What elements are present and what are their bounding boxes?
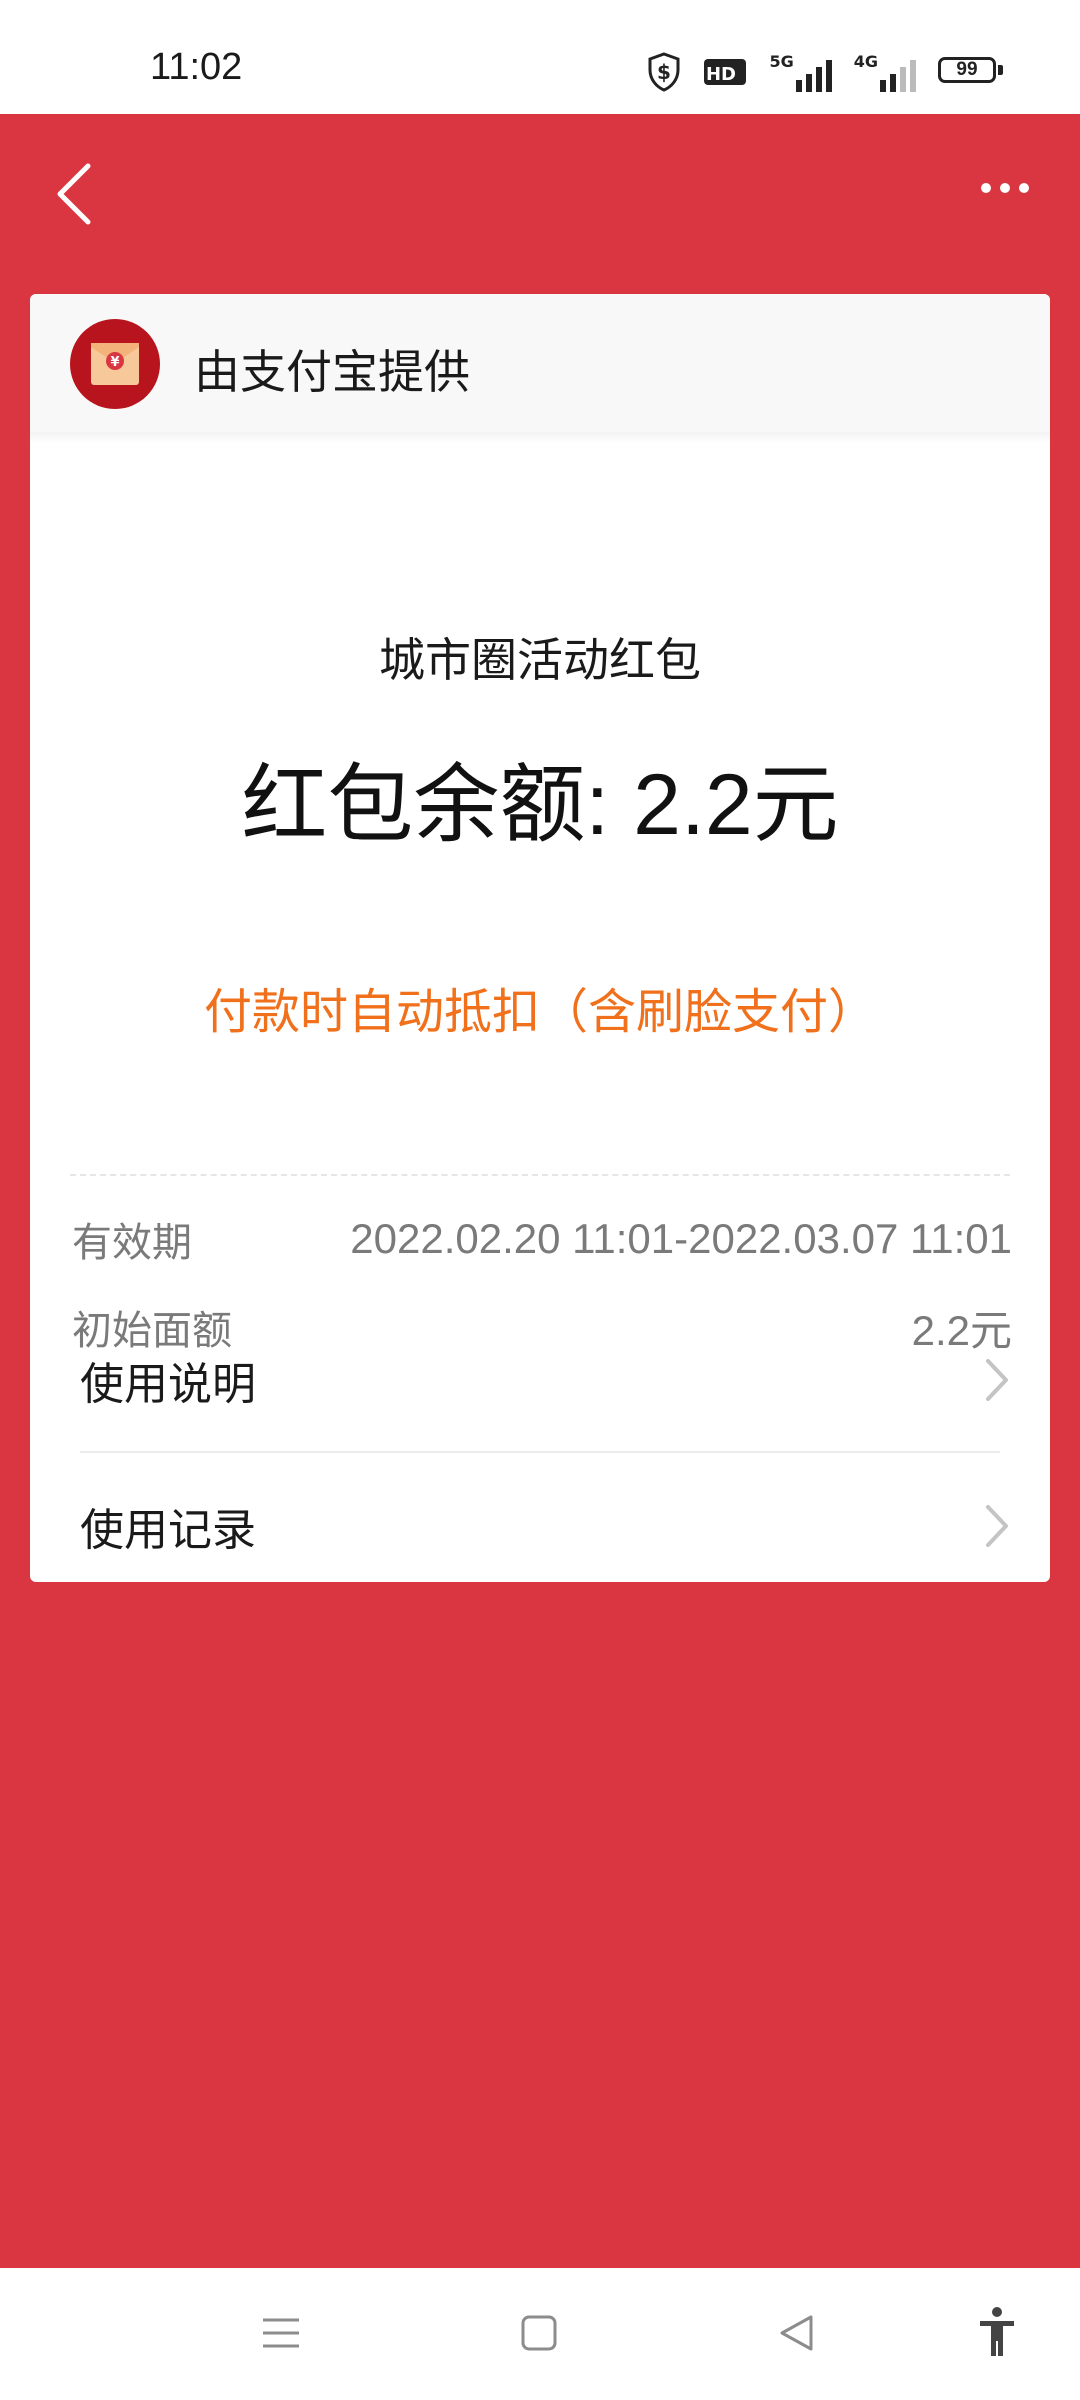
back-button[interactable] — [44, 154, 104, 234]
square-home-icon — [521, 2315, 557, 2351]
system-back-button[interactable] — [762, 2298, 832, 2368]
triangle-back-icon — [780, 2315, 813, 2351]
more-dot — [1000, 183, 1010, 193]
svg-text:HD: HD — [706, 64, 736, 85]
packet-title: 城市圈活动红包 — [379, 633, 701, 687]
validity-label: 有效期 — [72, 1220, 192, 1266]
packet-balance: 红包余额: 2.2元 — [241, 757, 839, 853]
battery-icon: 99 — [938, 57, 1004, 87]
accessibility-button[interactable] — [962, 2298, 1032, 2368]
hd-voice-icon: HD — [704, 59, 747, 85]
signal-5g-icon: 5G — [769, 52, 832, 92]
system-navigation-bar — [0, 2268, 1080, 2400]
validity-row: 有效期 2022.02.20 11:01-2022.03.07 11:01 — [72, 1209, 1012, 1269]
usage-instructions-row[interactable]: 使用说明 — [80, 1320, 1010, 1440]
dashed-divider — [70, 1174, 1010, 1176]
usage-records-label: 使用记录 — [80, 1505, 256, 1556]
signal-4g-icon: 4G — [854, 52, 916, 92]
chevron-right-icon — [986, 1505, 1008, 1547]
red-envelope-yen-icon: ¥ — [70, 319, 160, 409]
more-options-button[interactable] — [970, 166, 1040, 210]
network-4g-label: 4G — [853, 52, 878, 71]
network-5g-label: 5G — [769, 52, 794, 71]
red-packet-card: ¥ 由支付宝提供 城市圈活动红包 红包余额: 2.2元 付款时自动抵扣（含刷脸支… — [30, 294, 1050, 1582]
usage-records-row[interactable]: 使用记录 — [80, 1466, 1010, 1582]
status-bar: 11:02 $ HD 5G 4G 99 — [0, 0, 1080, 114]
row-divider — [80, 1451, 1000, 1453]
usage-instructions-label: 使用说明 — [80, 1359, 256, 1410]
shield-dollar-icon: $ — [648, 52, 680, 92]
menu-icon — [263, 2318, 299, 2348]
more-dot — [1019, 183, 1029, 193]
chevron-right-icon — [986, 1359, 1008, 1401]
battery-level: 99 — [956, 59, 978, 80]
accessibility-icon — [980, 2307, 1014, 2356]
svg-text:¥: ¥ — [110, 355, 119, 370]
status-icons: $ HD 5G 4G 99 — [647, 50, 1004, 94]
provider-label: 由支付宝提供 — [194, 345, 470, 399]
home-button[interactable] — [504, 2298, 574, 2368]
status-time: 11:02 — [150, 46, 243, 88]
card-header: ¥ 由支付宝提供 — [30, 294, 1050, 444]
auto-deduct-note: 付款时自动抵扣（含刷脸支付） — [203, 984, 876, 1040]
more-horizontal-icon — [981, 183, 991, 193]
main-area: ¥ 由支付宝提供 城市圈活动红包 红包余额: 2.2元 付款时自动抵扣（含刷脸支… — [0, 114, 1080, 2268]
svg-text:$: $ — [658, 60, 672, 84]
chevron-left-icon — [57, 163, 91, 225]
recent-apps-button[interactable] — [246, 2298, 316, 2368]
validity-value: 2022.02.20 11:01-2022.03.07 11:01 — [350, 1215, 1012, 1262]
